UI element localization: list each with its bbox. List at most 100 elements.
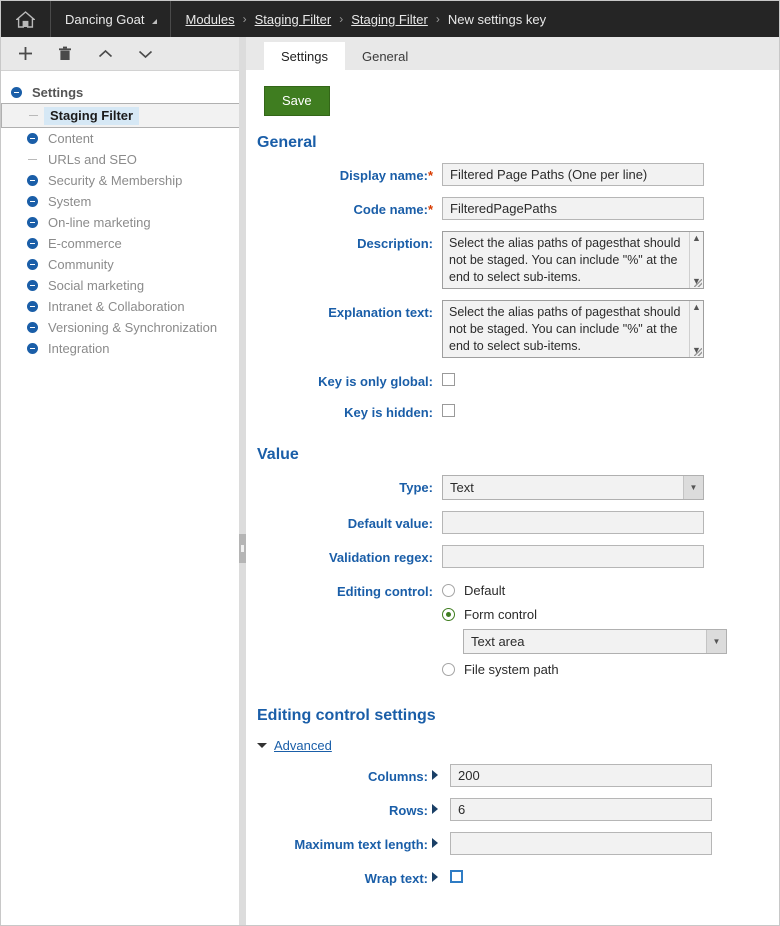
field-label: Display name:* xyxy=(246,163,442,183)
editing-control-option-file-system-path[interactable]: File system path xyxy=(442,658,779,681)
application-window: Dancing Goat Modules › Staging Filter › … xyxy=(0,0,780,926)
columns-input[interactable] xyxy=(450,764,712,787)
breadcrumb-item-staging-filter-2[interactable]: Staging Filter xyxy=(351,12,428,27)
tab-label: Settings xyxy=(281,48,328,64)
key-is-only-global-checkbox[interactable] xyxy=(442,373,455,386)
add-button[interactable] xyxy=(14,43,36,65)
field-columns: Columns: xyxy=(246,764,779,787)
tree-item-community[interactable]: Community xyxy=(1,254,239,275)
breadcrumb-item-current: New settings key xyxy=(447,11,547,27)
macro-arrow-icon[interactable] xyxy=(432,838,444,848)
tree-item-label: Community xyxy=(48,257,114,272)
field-control: Text ▼ xyxy=(442,475,779,500)
field-control xyxy=(442,197,779,220)
radio-file-system-path[interactable] xyxy=(442,663,455,676)
radio-form-control[interactable] xyxy=(442,608,455,621)
tree-item-versioning-synchronization[interactable]: Versioning & Synchronization xyxy=(1,317,239,338)
tab-label: General xyxy=(361,48,409,64)
move-down-button[interactable] xyxy=(134,43,156,65)
resize-grip-icon[interactable] xyxy=(694,279,702,287)
tree-item-urls-and-seo[interactable]: URLs and SEO xyxy=(1,149,239,170)
field-control xyxy=(442,163,779,186)
breadcrumb: Modules › Staging Filter › Staging Filte… xyxy=(171,1,547,37)
validation-regex-input[interactable] xyxy=(442,545,704,568)
field-wrap-text: Wrap text: xyxy=(246,866,779,886)
tree-item-settings[interactable]: Settings xyxy=(1,82,239,103)
field-label: Columns: xyxy=(368,769,428,784)
editing-control-option-default[interactable]: Default xyxy=(442,579,779,602)
macro-arrow-icon[interactable] xyxy=(432,770,444,780)
field-control xyxy=(432,832,779,855)
chevron-down-icon[interactable]: ▼ xyxy=(706,630,726,653)
expand-collapse-icon[interactable] xyxy=(21,322,43,333)
main-body: Settings Staging Filter Content URLs and… xyxy=(1,37,779,925)
tab-general[interactable]: General xyxy=(345,42,425,70)
top-header-bar: Dancing Goat Modules › Staging Filter › … xyxy=(1,1,779,37)
radio-label: Default xyxy=(464,583,506,598)
tab-settings[interactable]: Settings xyxy=(264,42,345,70)
field-default-value: Default value: xyxy=(246,511,779,534)
advanced-link[interactable]: Advanced xyxy=(274,738,332,753)
form-control-select[interactable]: Text area ▼ xyxy=(463,629,727,654)
tree-item-e-commerce[interactable]: E-commerce xyxy=(1,233,239,254)
move-up-button[interactable] xyxy=(94,43,116,65)
delete-button[interactable] xyxy=(54,43,76,65)
tree-dash-icon xyxy=(21,159,43,160)
maximum-text-length-input[interactable] xyxy=(450,832,712,855)
tree-item-social-marketing[interactable]: Social marketing xyxy=(1,275,239,296)
field-control: Default Form control Text area ▼ File sy… xyxy=(442,579,779,681)
expand-collapse-icon[interactable] xyxy=(21,196,43,207)
expand-collapse-icon[interactable] xyxy=(21,238,43,249)
wrap-text-checkbox[interactable] xyxy=(450,870,463,883)
expand-collapse-icon[interactable] xyxy=(21,217,43,228)
type-select[interactable]: Text ▼ xyxy=(442,475,704,500)
section-title-value: Value xyxy=(257,446,299,463)
scroll-up-icon[interactable]: ▲ xyxy=(692,303,701,312)
display-name-input[interactable] xyxy=(442,163,704,186)
tree-item-system[interactable]: System xyxy=(1,191,239,212)
tab-strip: Settings General xyxy=(246,37,779,70)
tree-item-integration[interactable]: Integration xyxy=(1,338,239,359)
tree-item-label: Social marketing xyxy=(48,278,145,293)
field-control xyxy=(442,369,779,389)
key-is-hidden-checkbox[interactable] xyxy=(442,404,455,417)
splitter-grip[interactable] xyxy=(239,534,246,563)
tree-item-content[interactable]: Content xyxy=(1,128,239,149)
expand-collapse-icon[interactable] xyxy=(21,280,43,291)
chevron-down-icon[interactable]: ▼ xyxy=(683,476,703,499)
site-selector[interactable]: Dancing Goat xyxy=(51,1,171,37)
field-control xyxy=(432,798,779,821)
breadcrumb-item-staging-filter-1[interactable]: Staging Filter xyxy=(255,12,332,27)
explanation-text-textarea[interactable]: Select the alias paths of pagesthat shou… xyxy=(442,300,704,358)
expand-collapse-icon[interactable] xyxy=(21,133,43,144)
field-label: Key is hidden: xyxy=(344,405,433,420)
settings-form: Save General Display name:* Code name:* xyxy=(246,70,779,925)
expand-collapse-icon[interactable] xyxy=(21,343,43,354)
tree-item-security-membership[interactable]: Security & Membership xyxy=(1,170,239,191)
expand-collapse-icon[interactable] xyxy=(5,87,27,98)
description-textarea[interactable]: Select the alias paths of pagesthat shou… xyxy=(442,231,704,289)
field-label: Maximum text length: xyxy=(294,837,428,852)
default-value-input[interactable] xyxy=(442,511,704,534)
macro-arrow-icon[interactable] xyxy=(432,804,444,814)
rows-input[interactable] xyxy=(450,798,712,821)
advanced-toggle[interactable]: Advanced xyxy=(246,725,779,753)
macro-arrow-icon[interactable] xyxy=(432,872,444,882)
expand-collapse-icon[interactable] xyxy=(21,175,43,186)
tree-item-staging-filter[interactable]: Staging Filter xyxy=(1,103,239,128)
save-button[interactable]: Save xyxy=(264,86,330,116)
expand-collapse-icon[interactable] xyxy=(21,301,43,312)
field-control xyxy=(442,545,779,568)
tree-item-on-line-marketing[interactable]: On-line marketing xyxy=(1,212,239,233)
tree-item-intranet-collaboration[interactable]: Intranet & Collaboration xyxy=(1,296,239,317)
breadcrumb-item-modules[interactable]: Modules xyxy=(186,12,235,27)
resize-grip-icon[interactable] xyxy=(694,348,702,356)
expand-collapse-icon[interactable] xyxy=(21,259,43,270)
editing-control-option-form-control[interactable]: Form control xyxy=(442,603,779,626)
field-explanation-text: Explanation text: Select the alias paths… xyxy=(246,300,779,358)
scroll-up-icon[interactable]: ▲ xyxy=(692,234,701,243)
code-name-input[interactable] xyxy=(442,197,704,220)
home-button[interactable] xyxy=(1,1,51,37)
panel-splitter[interactable] xyxy=(239,37,246,925)
radio-default[interactable] xyxy=(442,584,455,597)
